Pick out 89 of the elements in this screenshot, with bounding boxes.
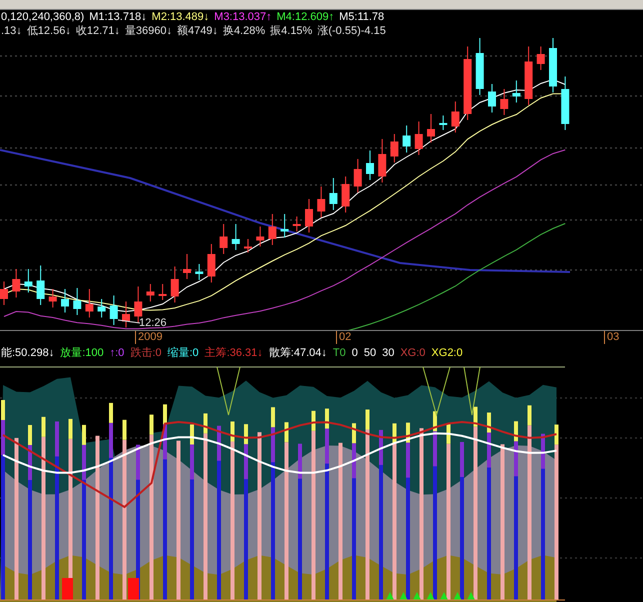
candlestick: [414, 121, 423, 156]
quote-value: 量36960↓: [124, 24, 172, 38]
candlestick: [500, 88, 508, 116]
candlestick: [183, 254, 191, 280]
date-label: 2009: [135, 331, 162, 344]
candlestick: [158, 284, 167, 300]
candlestick: [122, 301, 130, 328]
candlestick: [232, 224, 240, 250]
candlestick: [536, 46, 545, 70]
triangle-marker: [467, 592, 475, 600]
indicator-value: 50: [364, 346, 376, 360]
triangle-marker: [413, 592, 421, 600]
indicator-value: 散筹:47.04↓: [268, 346, 327, 360]
indicator-value: XG:0: [400, 346, 426, 360]
candlestick: [292, 216, 301, 232]
signal-marker: [128, 578, 139, 600]
quote-value: 振4.15%: [270, 24, 312, 38]
signal-line: [216, 366, 240, 416]
candlestick: [73, 288, 82, 316]
candlestick: [378, 138, 386, 183]
candlestick: [244, 238, 252, 253]
quote-value: 低12.56↓: [26, 24, 71, 38]
quote-value: 收12.71↓: [76, 24, 120, 38]
candlestick: [146, 284, 154, 302]
leader-line: [118, 320, 140, 324]
candlestick: [342, 176, 350, 213]
candlestick: [476, 38, 484, 96]
candlestick: [207, 244, 216, 283]
moving-average-value: 0,120,240,360,8): [1, 10, 84, 24]
candlestick: [329, 178, 338, 210]
moving-average-value: M3:13.037↑: [214, 10, 272, 24]
indicator-value: 主筹:36.31↓: [204, 346, 263, 360]
candlestick: [390, 134, 398, 163]
indicator-value: 跌击:0: [130, 346, 162, 360]
indicator-value: XG2:0: [431, 346, 463, 360]
quote-value: 额4749↓: [176, 24, 218, 38]
signal-line: [422, 366, 450, 417]
candlestick: [98, 298, 106, 318]
indicator-value: T0: [332, 346, 346, 360]
candlestick: [220, 224, 228, 254]
candlestick: [170, 266, 179, 303]
candlestick: [12, 268, 20, 298]
quote-value: 换4.28%: [222, 24, 266, 38]
candlestick: [268, 214, 276, 246]
candlestick: [366, 150, 374, 180]
candlestick: [61, 288, 69, 313]
candlestick: [488, 84, 496, 113]
candlestick: [24, 268, 32, 293]
triangle-marker: [454, 592, 462, 600]
quote-value: .13↓: [1, 24, 22, 38]
moving-average-value: M2:13.489↓: [152, 10, 210, 24]
candlestick: [549, 38, 557, 93]
candlestick: [354, 158, 362, 193]
candlestick: [36, 265, 45, 306]
triangle-marker: [400, 592, 408, 600]
candlestick: [317, 186, 326, 218]
date-label: 02: [336, 331, 352, 344]
moving-average-value: M4:12.609↑: [276, 10, 334, 24]
triangle-marker: [426, 592, 434, 600]
indicator-value: ↑:0: [110, 346, 124, 360]
indicator-value: 0: [352, 346, 358, 360]
triangle-marker: [386, 592, 394, 600]
candlestick: [561, 76, 570, 130]
candlestick: [524, 46, 533, 106]
indicator-value: 放量:100: [60, 346, 104, 360]
indicator-value: 缩量:0: [168, 346, 199, 360]
indicator-value: 能:50.298↓: [1, 346, 54, 360]
candlestick: [512, 80, 520, 103]
moving-average-value: M1:13.718↓: [89, 10, 147, 24]
candlestick: [48, 288, 57, 308]
candlestick: [256, 226, 264, 247]
candlestick: [280, 214, 289, 238]
signal-line: [464, 366, 480, 416]
low-price-label: 12:26: [139, 317, 167, 329]
candlestick: [402, 125, 411, 153]
candlestick: [0, 281, 8, 306]
triangle-marker: [440, 592, 448, 600]
candlestick: [195, 264, 204, 280]
candlestick: [451, 101, 460, 133]
indicator-value: 30: [382, 346, 394, 360]
candlestick: [427, 114, 435, 143]
signal-marker: [62, 578, 73, 600]
quote-value: 涨(-0.55)-4.15: [317, 24, 386, 38]
candlestick: [305, 198, 313, 233]
candlestick: [110, 295, 118, 326]
candlestick: [439, 115, 448, 130]
candlestick: [85, 288, 94, 318]
moving-average-value: M5:11.78: [339, 10, 384, 24]
date-label: 03: [604, 331, 620, 344]
